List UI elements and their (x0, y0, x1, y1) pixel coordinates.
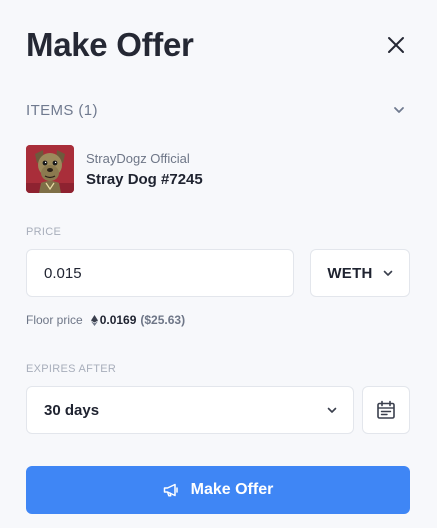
megaphone-icon (163, 483, 179, 497)
modal-header: Make Offer (26, 22, 411, 68)
chevron-down-icon (327, 407, 337, 414)
close-icon (388, 37, 404, 53)
floor-price-label: Floor price (26, 313, 83, 327)
close-button[interactable] (383, 32, 409, 58)
expires-label: EXPIRES AFTER (26, 363, 117, 375)
price-label: PRICE (26, 226, 62, 238)
make-offer-label: Make Offer (190, 481, 274, 498)
calendar-icon (377, 400, 395, 419)
modal-title: Make Offer (26, 26, 194, 63)
chevron-down-icon (383, 270, 393, 277)
nft-thumbnail (26, 145, 74, 193)
nft-name: Stray Dog #7245 (86, 171, 203, 188)
duration-value: 30 days (44, 401, 100, 419)
collection-name: StrayDogz Official (86, 151, 190, 166)
floor-price-usd: ($25.63) (140, 313, 186, 327)
floor-price: Floor price 0.0169 ($25.63) (26, 313, 185, 327)
floor-price-value: 0.0169 (99, 313, 137, 327)
make-offer-modal: Make Offer ITEMS (1) StrayDogz Official … (0, 0, 437, 528)
currency-label: WETH (327, 264, 373, 282)
items-section-header[interactable]: ITEMS (1) (26, 98, 407, 122)
items-label: ITEMS (1) (26, 101, 98, 119)
chevron-down-icon[interactable] (391, 102, 407, 118)
currency-select[interactable]: WETH (310, 249, 410, 297)
item-details: StrayDogz Official Stray Dog #7245 (86, 150, 203, 188)
duration-select[interactable]: 30 days (26, 386, 354, 434)
make-offer-button[interactable]: Make Offer (26, 466, 410, 514)
calendar-button[interactable] (362, 386, 410, 434)
price-input[interactable] (26, 249, 294, 297)
list-item: StrayDogz Official Stray Dog #7245 (26, 145, 203, 193)
eth-icon (90, 314, 98, 326)
